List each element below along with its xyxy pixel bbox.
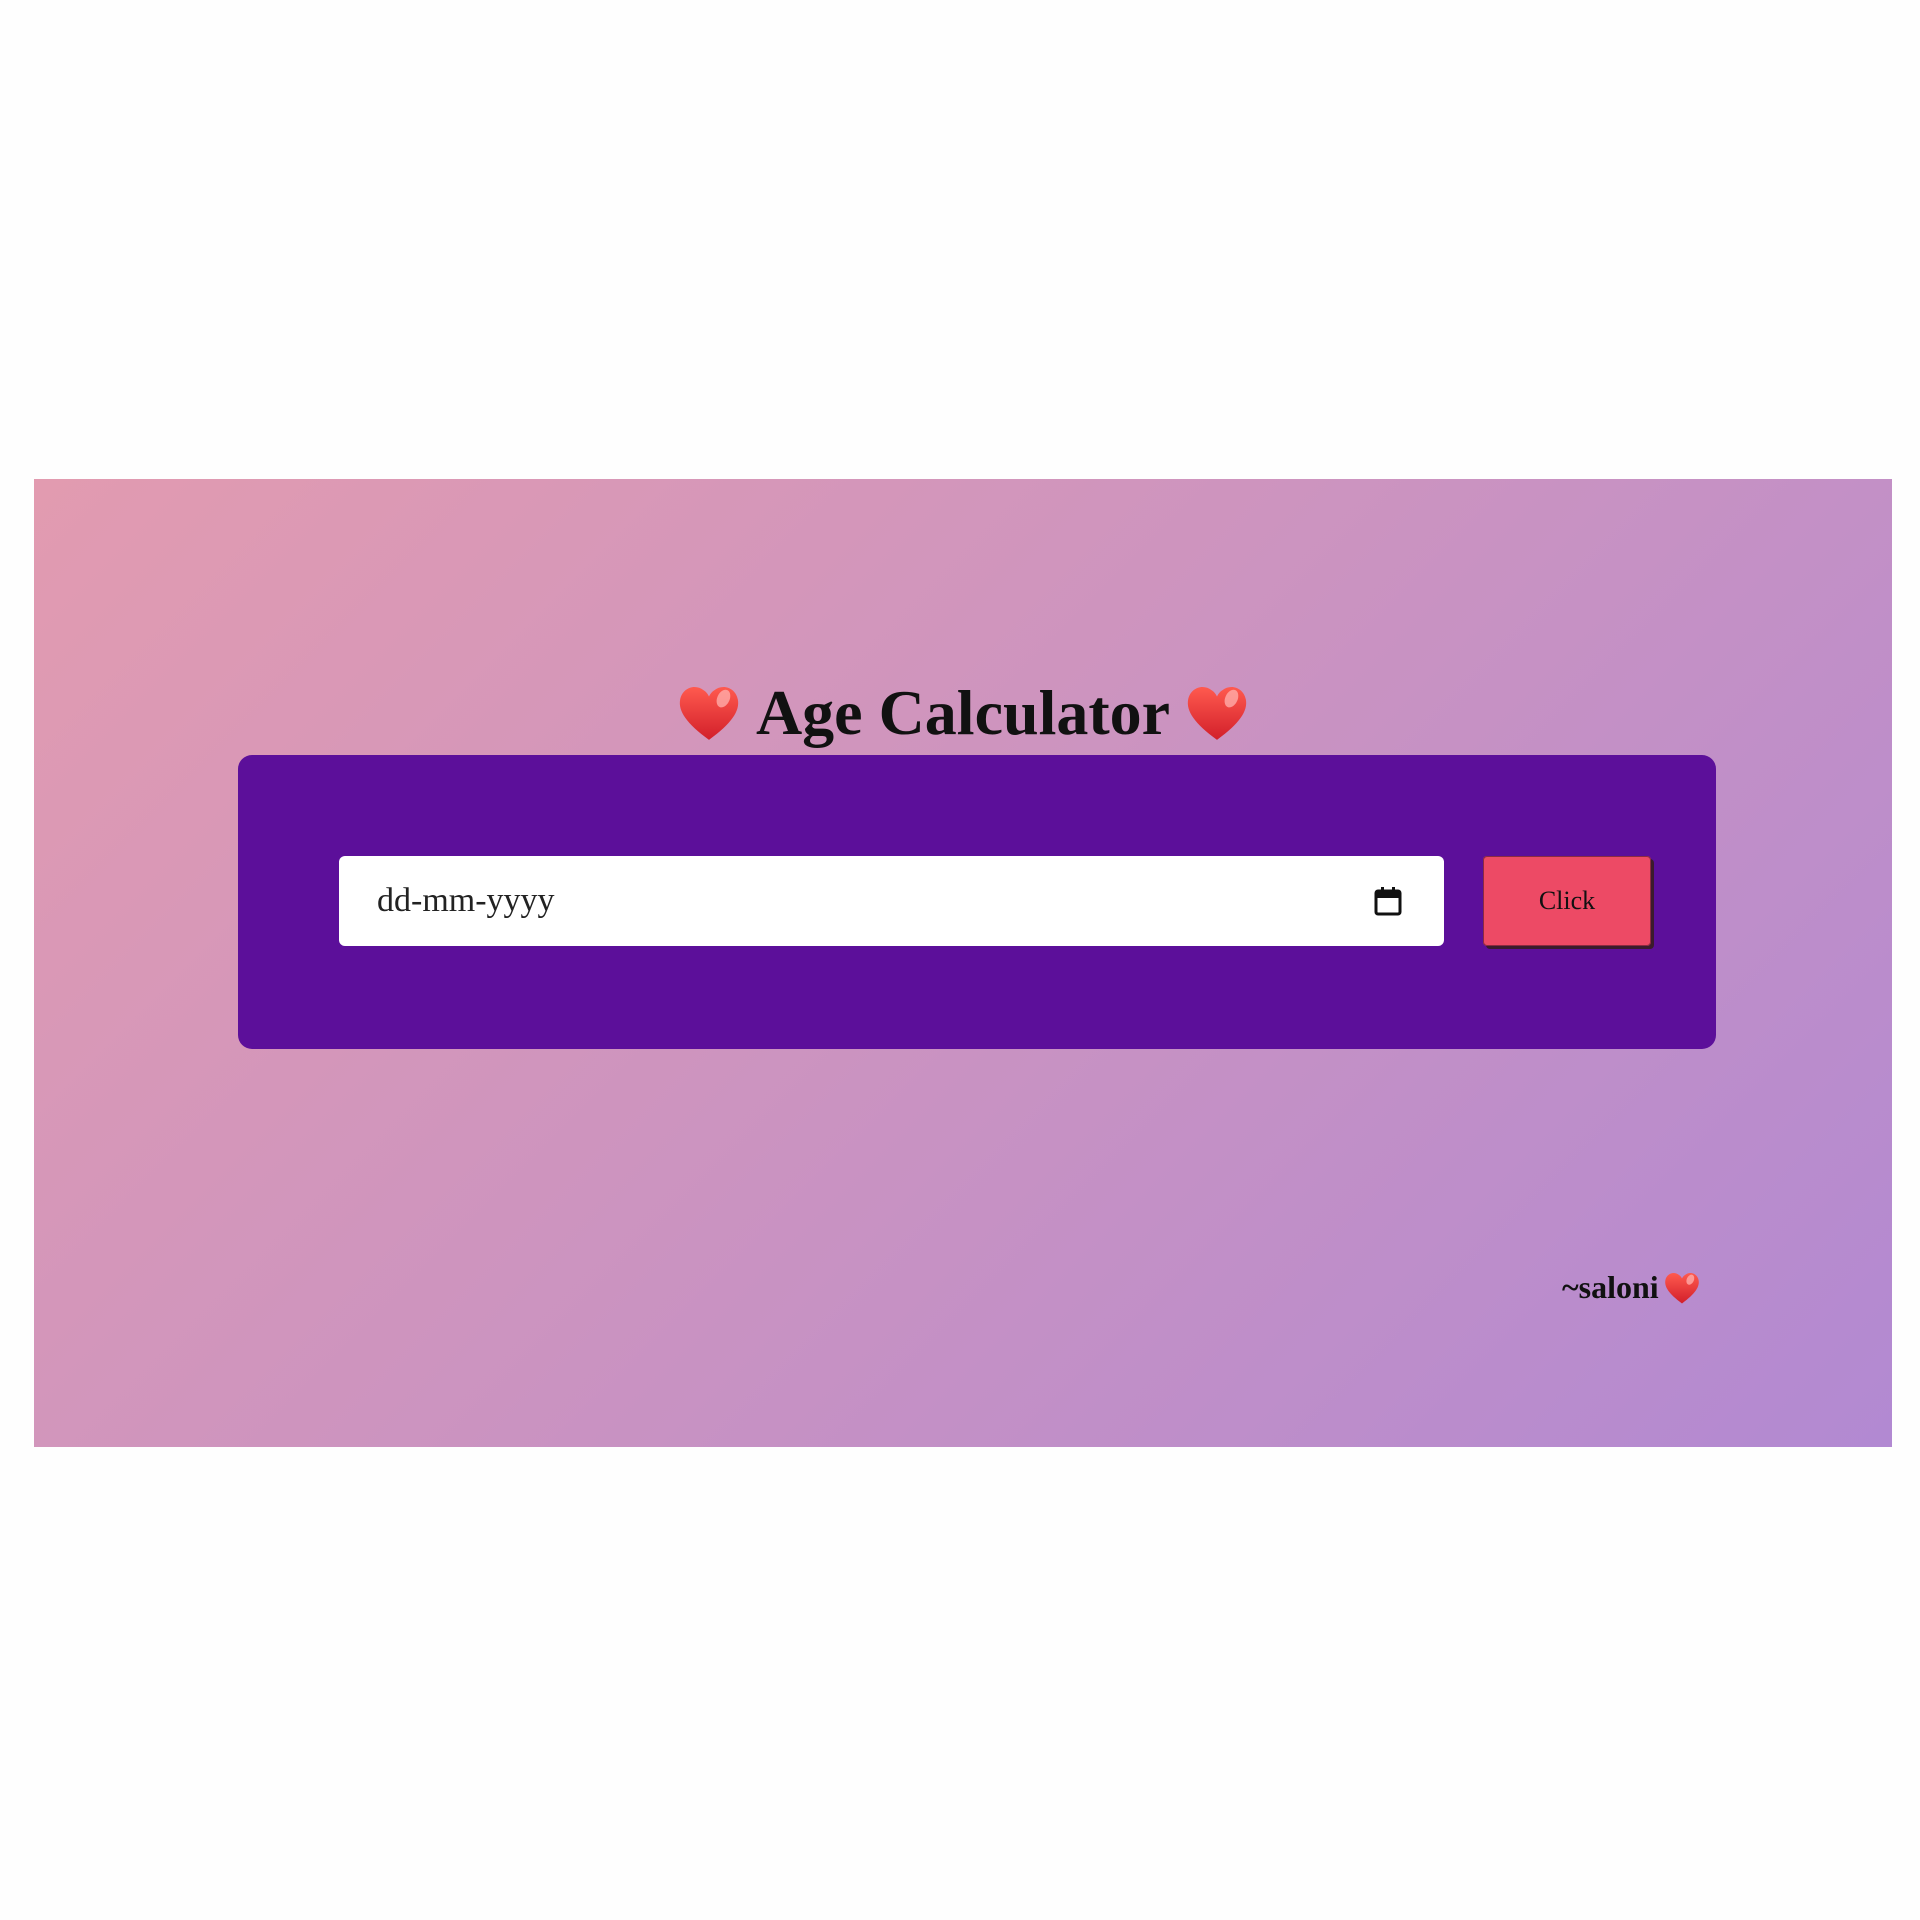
calculator-card: dd-mm-yyyy Click xyxy=(238,755,1716,1049)
heart-icon xyxy=(1184,682,1250,744)
signature-text: ~saloni xyxy=(1562,1269,1659,1305)
heart-icon xyxy=(1663,1270,1701,1306)
signature: ~saloni xyxy=(1562,1269,1701,1306)
date-input[interactable]: dd-mm-yyyy xyxy=(339,856,1444,946)
date-placeholder: dd-mm-yyyy xyxy=(377,882,555,919)
page-title: Age Calculator xyxy=(755,677,1171,748)
heart-icon xyxy=(676,682,742,744)
calendar-icon[interactable] xyxy=(1374,886,1402,916)
calculate-button[interactable]: Click xyxy=(1483,856,1651,946)
page-header: Age Calculator xyxy=(34,681,1892,745)
app-background: Age Calculator dd-mm-yyyy Click ~saloni xyxy=(34,479,1892,1447)
